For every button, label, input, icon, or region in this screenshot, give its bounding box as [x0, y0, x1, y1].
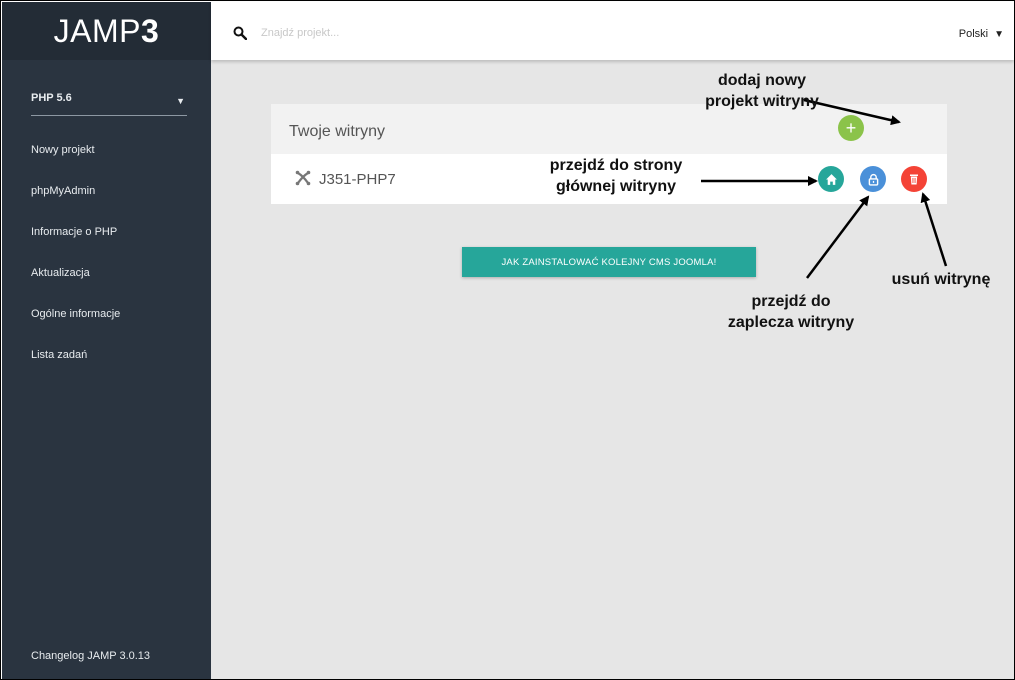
sidebar-item-php-info[interactable]: Informacje o PHP: [31, 226, 117, 238]
home-icon: [825, 173, 837, 185]
app-logo: JAMP 3: [2, 2, 211, 60]
trash-icon: [910, 174, 918, 184]
annotation-go-home: przejdź do strony głównej witryny: [521, 155, 711, 197]
logo-text: JAMP: [53, 12, 142, 49]
site-name[interactable]: J351-PHP7: [319, 171, 396, 188]
sidebar-item-new-project[interactable]: Nowy projekt: [31, 144, 95, 156]
sites-card-title: Twoje witryny: [289, 123, 386, 140]
chevron-down-icon: ▼: [994, 29, 1004, 40]
annotation-line: przejdź do strony: [549, 157, 683, 174]
search-icon: [233, 26, 247, 40]
annotation-line: głównej witryny: [555, 178, 676, 195]
annotation-line: usuń witrynę: [891, 271, 991, 288]
language-value: Polski: [958, 28, 989, 40]
top-bar: Polski ▼: [211, 2, 1014, 60]
search-input[interactable]: [261, 24, 561, 42]
annotation-line: zaplecza witryny: [727, 314, 855, 331]
site-delete-button[interactable]: [901, 166, 927, 192]
changelog-link[interactable]: Changelog JAMP 3.0.13: [31, 650, 150, 662]
chevron-down-icon: ▼: [176, 96, 185, 106]
joomla-icon: [295, 170, 311, 186]
site-admin-button[interactable]: [860, 166, 886, 192]
plus-icon: +: [845, 118, 857, 138]
install-cms-button[interactable]: JAK ZAINSTALOWAĆ KOLEJNY CMS JOOMLA!: [462, 247, 756, 277]
annotation-go-admin: przejdź do zaplecza witryny: [711, 291, 871, 333]
app-window: JAMP 3 PHP 5.6 ▼ Nowy projekt phpMyAdmin …: [0, 0, 1015, 680]
annotation-line: przejdź do: [751, 293, 831, 310]
annotation-line: projekt witryny: [705, 93, 819, 110]
php-version-select[interactable]: PHP 5.6 ▼: [31, 92, 187, 116]
annotation-line: dodaj nowy: [718, 72, 806, 89]
site-home-button[interactable]: [818, 166, 844, 192]
sidebar-item-task-list[interactable]: Lista zadań: [31, 349, 87, 361]
sidebar: JAMP 3 PHP 5.6 ▼ Nowy projekt phpMyAdmin …: [2, 2, 211, 679]
php-version-value: PHP 5.6: [31, 92, 72, 104]
sidebar-item-update[interactable]: Aktualizacja: [31, 267, 90, 279]
sidebar-item-phpmyadmin[interactable]: phpMyAdmin: [31, 185, 95, 197]
annotation-delete: usuń witrynę: [871, 269, 1011, 290]
language-select[interactable]: Polski ▼: [959, 28, 1004, 40]
lock-icon: [868, 173, 878, 186]
logo-number: 3: [141, 12, 160, 49]
annotation-add-project: dodaj nowy projekt witryny: [677, 70, 847, 112]
main-content: Twoje witryny J351-PHP7 + JAK ZAINSTALOW…: [211, 60, 1014, 679]
sidebar-item-general-info[interactable]: Ogólne informacje: [31, 308, 120, 320]
add-project-button[interactable]: +: [838, 115, 864, 141]
